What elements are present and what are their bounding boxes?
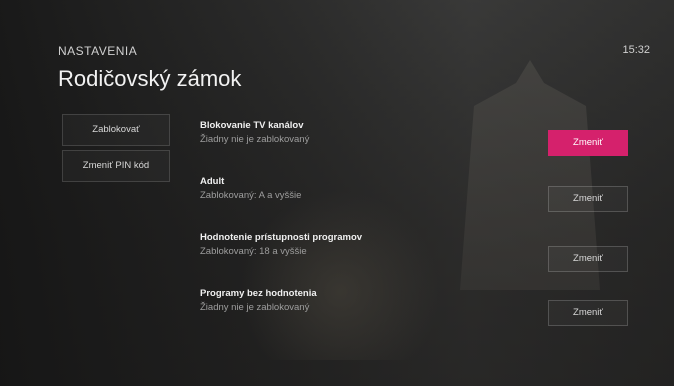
left-menu: Zablokovať Zmeniť PIN kód [62,114,170,186]
setting-row-adult: Adult Zablokovaný: A a vyššie Zmeniť [200,176,640,232]
section-label: NASTAVENIA [58,44,138,58]
change-button-tv-channels[interactable]: Zmeniť [548,130,628,156]
setting-row-tv-channels: Blokovanie TV kanálov Žiadny nie je zabl… [200,120,640,176]
page-title: Rodičovský zámok [58,66,242,91]
change-button-adult[interactable]: Zmeniť [548,186,628,212]
settings-list: Blokovanie TV kanálov Žiadny nie je zabl… [200,120,640,344]
clock: 15:32 [622,44,650,56]
setting-row-unrated-programs: Programy bez hodnotenia Žiadny nie je za… [200,288,640,344]
menu-item-block[interactable]: Zablokovať [62,114,170,146]
settings-screen: NASTAVENIA Rodičovský zámok 15:32 Zablok… [0,0,674,386]
setting-title: Hodnotenie prístupnosti programov [200,232,363,243]
menu-item-change-pin[interactable]: Zmeniť PIN kód [62,150,170,182]
setting-row-program-rating: Hodnotenie prístupnosti programov Zablok… [200,232,640,288]
change-button-program-rating[interactable]: Zmeniť [548,246,628,272]
setting-title: Programy bez hodnotenia [200,288,317,299]
change-button-unrated-programs[interactable]: Zmeniť [548,300,628,326]
